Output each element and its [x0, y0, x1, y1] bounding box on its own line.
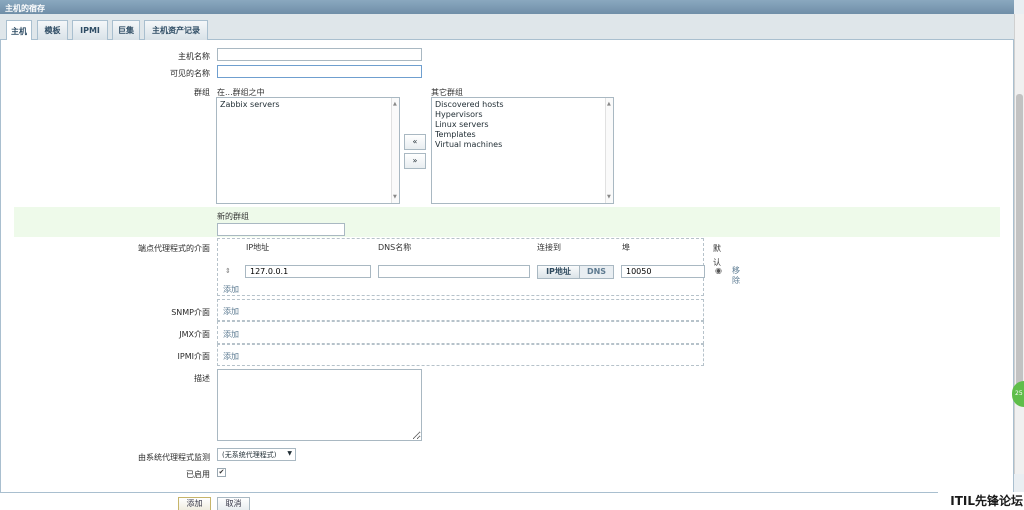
- in-groups-listbox[interactable]: Zabbix servers ▲ ▼: [216, 97, 400, 204]
- enabled-label: 已启用: [186, 470, 210, 479]
- remove-interface-link[interactable]: 移除: [732, 266, 741, 286]
- list-item[interactable]: Zabbix servers: [220, 100, 396, 110]
- listbox-scrollbar[interactable]: ▲ ▼: [605, 98, 613, 203]
- dns-header: DNS名称: [378, 243, 412, 252]
- agent-port-input[interactable]: [621, 265, 705, 278]
- scroll-up-icon[interactable]: ▲: [607, 99, 611, 109]
- jmx-interfaces-label: JMX介面: [179, 330, 210, 339]
- chevron-down-icon: ▼: [287, 450, 292, 457]
- ipmi-interfaces-box: [217, 344, 704, 366]
- other-groups-listbox[interactable]: Discovered hosts Hypervisors Linux serve…: [431, 97, 614, 204]
- default-radio[interactable]: ◉: [715, 266, 722, 275]
- list-item[interactable]: Discovered hosts: [435, 100, 610, 110]
- enabled-checkbox[interactable]: ✔: [217, 468, 226, 477]
- tab-bar: 主机 模板 IPMI 巨集 主机资产记录: [0, 14, 1014, 41]
- connect-dns-button[interactable]: DNS: [579, 265, 614, 279]
- add-button[interactable]: 添加: [178, 497, 211, 510]
- add-jmx-interface-link[interactable]: 添加: [223, 329, 239, 340]
- scrollbar-thumb[interactable]: [1016, 94, 1023, 389]
- snmp-interfaces-box: [217, 299, 704, 321]
- new-group-input[interactable]: [217, 223, 345, 236]
- tab-inventory[interactable]: 主机资产记录: [144, 20, 208, 40]
- description-textarea[interactable]: [217, 369, 422, 441]
- agent-ip-input[interactable]: [245, 265, 371, 278]
- connect-to-header: 连接到: [537, 243, 561, 252]
- cancel-button[interactable]: 取消: [217, 497, 250, 510]
- host-name-input[interactable]: [217, 48, 422, 61]
- ipmi-interfaces-label: IPMI介面: [177, 352, 210, 361]
- add-agent-interface-link[interactable]: 添加: [223, 284, 239, 295]
- new-group-row: [14, 207, 1000, 237]
- list-item[interactable]: Virtual machines: [435, 140, 610, 150]
- description-label: 描述: [194, 374, 210, 383]
- move-left-button[interactable]: «: [404, 134, 426, 150]
- jmx-interfaces-box: [217, 321, 704, 344]
- form-footer: 添加 取消: [0, 492, 1014, 510]
- scroll-down-icon[interactable]: ▼: [607, 192, 611, 202]
- window-title: 主机的宿存: [0, 0, 1014, 14]
- add-snmp-interface-link[interactable]: 添加: [223, 306, 239, 317]
- drag-handle-icon[interactable]: ⇕: [225, 267, 231, 275]
- tab-ipmi[interactable]: IPMI: [72, 20, 108, 40]
- new-group-label: 新的群组: [217, 212, 249, 221]
- tab-templates[interactable]: 模板: [37, 20, 68, 40]
- proxy-label: 由系统代理程式监测: [138, 453, 210, 462]
- snmp-interfaces-label: SNMP介面: [171, 308, 210, 317]
- move-right-button[interactable]: »: [404, 153, 426, 169]
- groups-label: 群组: [194, 88, 210, 97]
- list-item[interactable]: Hypervisors: [435, 110, 610, 120]
- scroll-up-icon[interactable]: ▲: [393, 99, 397, 109]
- port-header: 埠: [622, 243, 630, 252]
- host-name-label: 主机名称: [178, 52, 210, 61]
- connect-ip-button[interactable]: IP地址: [537, 265, 580, 279]
- proxy-select[interactable]: (无系统代理程式) ▼: [217, 448, 296, 461]
- add-ipmi-interface-link[interactable]: 添加: [223, 351, 239, 362]
- tab-host[interactable]: 主机: [6, 20, 32, 41]
- list-item[interactable]: Templates: [435, 130, 610, 140]
- ip-header: IP地址: [246, 243, 270, 252]
- listbox-scrollbar[interactable]: ▲ ▼: [391, 98, 399, 203]
- visible-name-input[interactable]: [217, 65, 422, 78]
- tab-macros[interactable]: 巨集: [112, 20, 140, 40]
- agent-dns-input[interactable]: [378, 265, 530, 278]
- scroll-down-icon[interactable]: ▼: [393, 192, 397, 202]
- watermark: ITIL先锋论坛: [938, 492, 1024, 510]
- visible-name-label: 可见的名称: [170, 69, 210, 78]
- agent-interfaces-label: 端点代理程式的介面: [138, 244, 210, 253]
- list-item[interactable]: Linux servers: [435, 120, 610, 130]
- proxy-select-value: (无系统代理程式): [222, 451, 277, 459]
